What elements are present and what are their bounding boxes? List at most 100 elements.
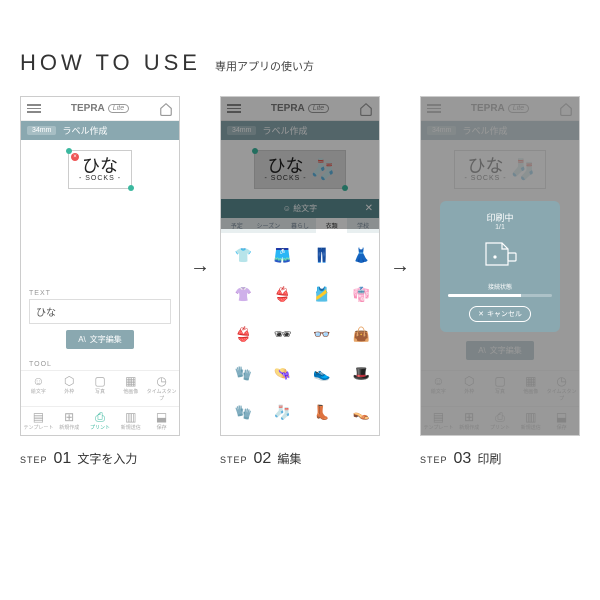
clock-icon: ◷ bbox=[146, 375, 177, 387]
tool-other-image[interactable]: ▦他画像 bbox=[115, 375, 146, 402]
label-canvas[interactable]: ひな - SOCKS - 🧦 bbox=[221, 140, 379, 199]
app-topbar: TEPRA Lite bbox=[221, 97, 379, 121]
home-icon[interactable] bbox=[159, 102, 173, 116]
emoji-panel-header: ☺ 絵文字 ✕ bbox=[221, 199, 379, 218]
page-header: HOW TO USE 専用アプリの使い方 bbox=[20, 50, 580, 76]
app-subbar: 34mm ラベル作成 bbox=[221, 121, 379, 140]
emoji-item[interactable]: 🕶 bbox=[263, 315, 301, 353]
phone-step-3: TEPRA Lite 34mm ラベル作成 ひな - SOCKS - 🧦 bbox=[420, 96, 580, 436]
app-topbar: TEPRA Lite bbox=[21, 97, 179, 121]
emoji-item[interactable]: 🧤 bbox=[224, 354, 262, 392]
delete-handle-icon[interactable]: × bbox=[71, 153, 79, 161]
image-icon: ▢ bbox=[85, 375, 116, 387]
emoji-panel-title: ☺ 絵文字 bbox=[283, 203, 317, 214]
tool-row-2: ▤テンプレート ⊞新規作成 ⎙プリント ▥新規送信 ⬓保存 bbox=[21, 406, 179, 435]
edit-icon: A\ bbox=[78, 335, 86, 344]
arrow-icon: → bbox=[190, 255, 210, 278]
emoji-tab[interactable]: シーズン bbox=[253, 218, 285, 233]
label-main-text: ひな bbox=[79, 157, 121, 175]
hexagon-icon: ⬡ bbox=[54, 375, 85, 387]
emoji-item[interactable]: 👢 bbox=[303, 394, 341, 432]
tool-save[interactable]: ⬓保存 bbox=[146, 411, 177, 431]
label-canvas[interactable]: × ひな - SOCKS - bbox=[21, 140, 179, 199]
app-subbar: 34mm ラベル作成 bbox=[21, 121, 179, 140]
emoji-item[interactable]: 👒 bbox=[263, 354, 301, 392]
brand-sub: Lite bbox=[108, 104, 129, 113]
emoji-item[interactable]: 👜 bbox=[342, 315, 380, 353]
download-icon: ⬓ bbox=[146, 411, 177, 423]
print-dialog: 印刷中 1/1 接続状態 ✕ キャンセル bbox=[440, 201, 560, 332]
progress-bar bbox=[448, 294, 552, 297]
plus-doc-icon: ⊞ bbox=[54, 411, 85, 423]
tool-emoji[interactable]: ☺絵文字 bbox=[23, 375, 54, 402]
emoji-item[interactable]: 👟 bbox=[303, 354, 341, 392]
emoji-tab[interactable]: 衣類 bbox=[316, 218, 348, 233]
phones-row: TEPRA Lite 34mm ラベル作成 × ひな - SOCKS - TEX… bbox=[20, 96, 580, 436]
label-sub-text: - SOCKS - bbox=[79, 175, 121, 182]
cancel-button[interactable]: ✕ キャンセル bbox=[469, 306, 531, 322]
emoji-item[interactable]: 👚 bbox=[224, 275, 262, 313]
app-logo: TEPRA Lite bbox=[271, 103, 329, 114]
tool-frame[interactable]: ⬡外枠 bbox=[54, 375, 85, 402]
tool-photo[interactable]: ▢写真 bbox=[85, 375, 116, 402]
emoji-category-tabs: 予定 シーズン 暮らし 衣類 学校 bbox=[221, 218, 379, 233]
step-3-label: STEP 03 印刷 bbox=[420, 450, 580, 468]
text-edit-button[interactable]: A\ 文字編集 bbox=[66, 330, 134, 349]
emoji-tab[interactable]: 学校 bbox=[347, 218, 379, 233]
emoji-item[interactable]: 👘 bbox=[342, 275, 380, 313]
menu-icon[interactable] bbox=[27, 104, 41, 113]
print-status: 接続状態 bbox=[448, 282, 552, 291]
emoji-item[interactable]: 🧤 bbox=[224, 394, 262, 432]
tool-row-1: ☺絵文字 ⬡外枠 ▢写真 ▦他画像 ◷タイムスタンプ bbox=[21, 370, 179, 406]
dialog-title: 印刷中 bbox=[448, 211, 552, 224]
phone-step-2: TEPRA Lite 34mm ラベル作成 ひな - SOCKS - 🧦 ☺ 絵… bbox=[220, 96, 380, 436]
close-icon: ✕ bbox=[478, 310, 484, 318]
smiley-icon: ☺ bbox=[23, 375, 54, 387]
step-1-label: STEP 01 文字を入力 bbox=[20, 450, 180, 468]
steps-row: STEP 01 文字を入力 STEP 02 編集 STEP 03 印刷 bbox=[20, 450, 580, 468]
modal-backdrop: 印刷中 1/1 接続状態 ✕ キャンセル bbox=[421, 97, 579, 435]
emoji-item[interactable]: 👙 bbox=[263, 275, 301, 313]
brand-text: TEPRA bbox=[71, 103, 105, 114]
emoji-item[interactable]: 👓 bbox=[303, 315, 341, 353]
emoji-item[interactable]: 🩳 bbox=[263, 236, 301, 274]
send-icon: ▥ bbox=[115, 411, 146, 423]
step-2-label: STEP 02 編集 bbox=[220, 450, 380, 468]
text-input[interactable]: ひな bbox=[29, 299, 171, 324]
screen-title: ラベル作成 bbox=[62, 124, 107, 137]
emoji-item[interactable]: 👡 bbox=[342, 394, 380, 432]
tool-new[interactable]: ⊞新規作成 bbox=[54, 411, 85, 431]
emoji-item[interactable]: 👙 bbox=[224, 315, 262, 353]
template-icon: ▤ bbox=[23, 411, 54, 423]
printer-icon bbox=[480, 237, 520, 271]
tool-print[interactable]: ⎙プリント bbox=[85, 411, 116, 431]
arrow-icon: → bbox=[390, 255, 410, 278]
tool-send[interactable]: ▥新規送信 bbox=[115, 411, 146, 431]
tool-section-label: TOOL bbox=[21, 359, 179, 370]
menu-icon[interactable] bbox=[227, 104, 241, 113]
socks-graphic-icon: 🧦 bbox=[311, 157, 336, 182]
label-preview[interactable]: ひな - SOCKS - 🧦 bbox=[254, 150, 347, 189]
emoji-item[interactable]: 🧦 bbox=[263, 394, 301, 432]
emoji-item[interactable]: 👖 bbox=[303, 236, 341, 274]
tool-template[interactable]: ▤テンプレート bbox=[23, 411, 54, 431]
size-badge[interactable]: 34mm bbox=[27, 126, 56, 135]
app-logo: TEPRA Lite bbox=[71, 103, 129, 114]
print-count: 1/1 bbox=[448, 224, 552, 231]
label-preview[interactable]: × ひな - SOCKS - bbox=[68, 150, 132, 189]
emoji-item[interactable]: 👗 bbox=[342, 236, 380, 274]
picture-icon: ▦ bbox=[115, 375, 146, 387]
home-icon[interactable] bbox=[359, 102, 373, 116]
tool-timestamp[interactable]: ◷タイムスタンプ bbox=[146, 375, 177, 402]
emoji-grid: 👕🩳👖👗🧥👖👚👙🎽👘🩲🧦👙🕶👓👜🩴🧣🧤👒👟🎩👞🧢🧤🧦👢👡🥾👠 bbox=[221, 233, 379, 435]
emoji-item[interactable]: 👕 bbox=[224, 236, 262, 274]
emoji-tab[interactable]: 予定 bbox=[221, 218, 253, 233]
phone-step-1: TEPRA Lite 34mm ラベル作成 × ひな - SOCKS - TEX… bbox=[20, 96, 180, 436]
text-section-label: TEXT bbox=[21, 288, 179, 299]
close-icon[interactable]: ✕ bbox=[365, 203, 373, 214]
emoji-item[interactable]: 🎽 bbox=[303, 275, 341, 313]
emoji-tab[interactable]: 暮らし bbox=[284, 218, 316, 233]
page-title: HOW TO USE bbox=[20, 50, 201, 76]
print-icon: ⎙ bbox=[85, 411, 116, 423]
emoji-item[interactable]: 🎩 bbox=[342, 354, 380, 392]
